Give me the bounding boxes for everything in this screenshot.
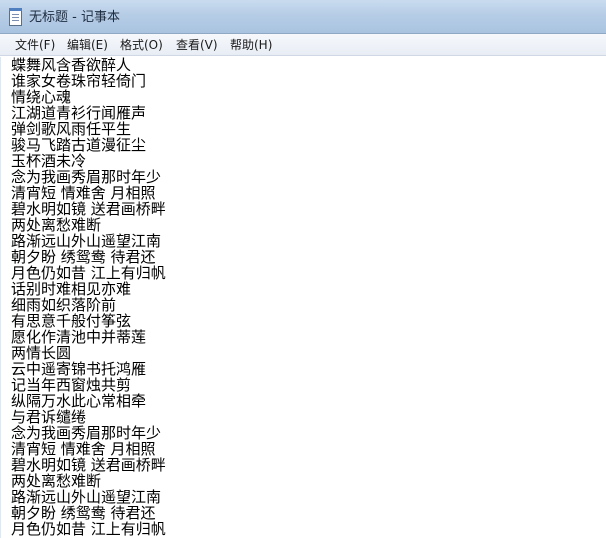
text-line: 念为我画秀眉那时年少 (11, 168, 162, 186)
text-line: 碧水明如镜 送君画桥畔 (11, 456, 166, 474)
menu-format[interactable]: 格式(O) (119, 37, 164, 54)
text-line: 有思意千般付筝弦 (11, 312, 132, 330)
text-line: 朝夕盼 绣鸳鸯 待君还 (11, 504, 156, 522)
title-bar[interactable]: 无标题 - 记事本 (0, 0, 606, 34)
text-line: 路渐远山外山遥望江南 (11, 488, 162, 506)
menu-view[interactable]: 查看(V) (175, 37, 219, 54)
text-line: 话别时难相见亦难 (11, 280, 132, 298)
text-line: 细雨如织落阶前 (11, 296, 117, 314)
window-title: 无标题 - 记事本 (29, 10, 120, 25)
menu-file[interactable]: 文件(F) (14, 37, 56, 54)
text-line: 愿化作清池中并蒂莲 (11, 328, 147, 346)
text-line: 月色仍如昔 江上有归帆 (11, 264, 166, 282)
text-line: 谁家女卷珠帘轻倚门 (11, 72, 147, 90)
text-line: 两处离愁难断 (11, 216, 102, 234)
menu-edit[interactable]: 编辑(E) (66, 37, 109, 54)
text-line: 弹剑歌风雨任平生 (11, 120, 132, 138)
text-line: 朝夕盼 绣鸳鸯 待君还 (11, 248, 156, 266)
text-line: 江湖道青衫行闻雁声 (11, 104, 147, 122)
text-line: 清宵短 情难舍 月相照 (11, 440, 156, 458)
text-line: 蝶舞风含香欲醉人 (11, 57, 132, 74)
text-line: 碧水明如镜 送君画桥畔 (11, 200, 166, 218)
text-line: 纵隔万水此心常相牵 (11, 392, 147, 410)
notepad-window: 无标题 - 记事本 文件(F) 编辑(E) 格式(O) 查看(V) 帮助(H) … (0, 0, 606, 538)
text-line: 路渐远山外山遥望江南 (11, 232, 162, 250)
text-line: 与君诉缱绻 (11, 408, 87, 426)
text-line: 骏马飞踏古道漫征尘 (11, 136, 147, 154)
text-line: 情绕心魂 (11, 88, 72, 106)
text-line: 念为我画秀眉那时年少 (11, 424, 162, 442)
text-line: 清宵短 情难舍 月相照 (11, 184, 156, 202)
document-text[interactable]: 蝶舞风含香欲醉人 谁家女卷珠帘轻倚门 情绕心魂 江湖道青衫行闻雁声 弹剑歌风雨任平生 骏马… (11, 57, 571, 538)
text-line: 记当年西窗烛共剪 (11, 376, 132, 394)
text-line: 云中遥寄锦书托鸿雁 (11, 360, 147, 378)
text-line: 两处离愁难断 (11, 472, 102, 490)
text-line: 玉杯酒未冷 (11, 152, 87, 170)
notepad-icon (9, 8, 22, 26)
menu-bar: 文件(F) 编辑(E) 格式(O) 查看(V) 帮助(H) (0, 34, 606, 56)
menu-help[interactable]: 帮助(H) (229, 37, 273, 54)
text-editor[interactable]: 蝶舞风含香欲醉人 谁家女卷珠帘轻倚门 情绕心魂 江湖道青衫行闻雁声 弹剑歌风雨任平生 骏马… (0, 57, 606, 538)
text-line: 两情长圆 (11, 344, 72, 362)
text-line: 月色仍如昔 江上有归帆 (11, 520, 166, 538)
